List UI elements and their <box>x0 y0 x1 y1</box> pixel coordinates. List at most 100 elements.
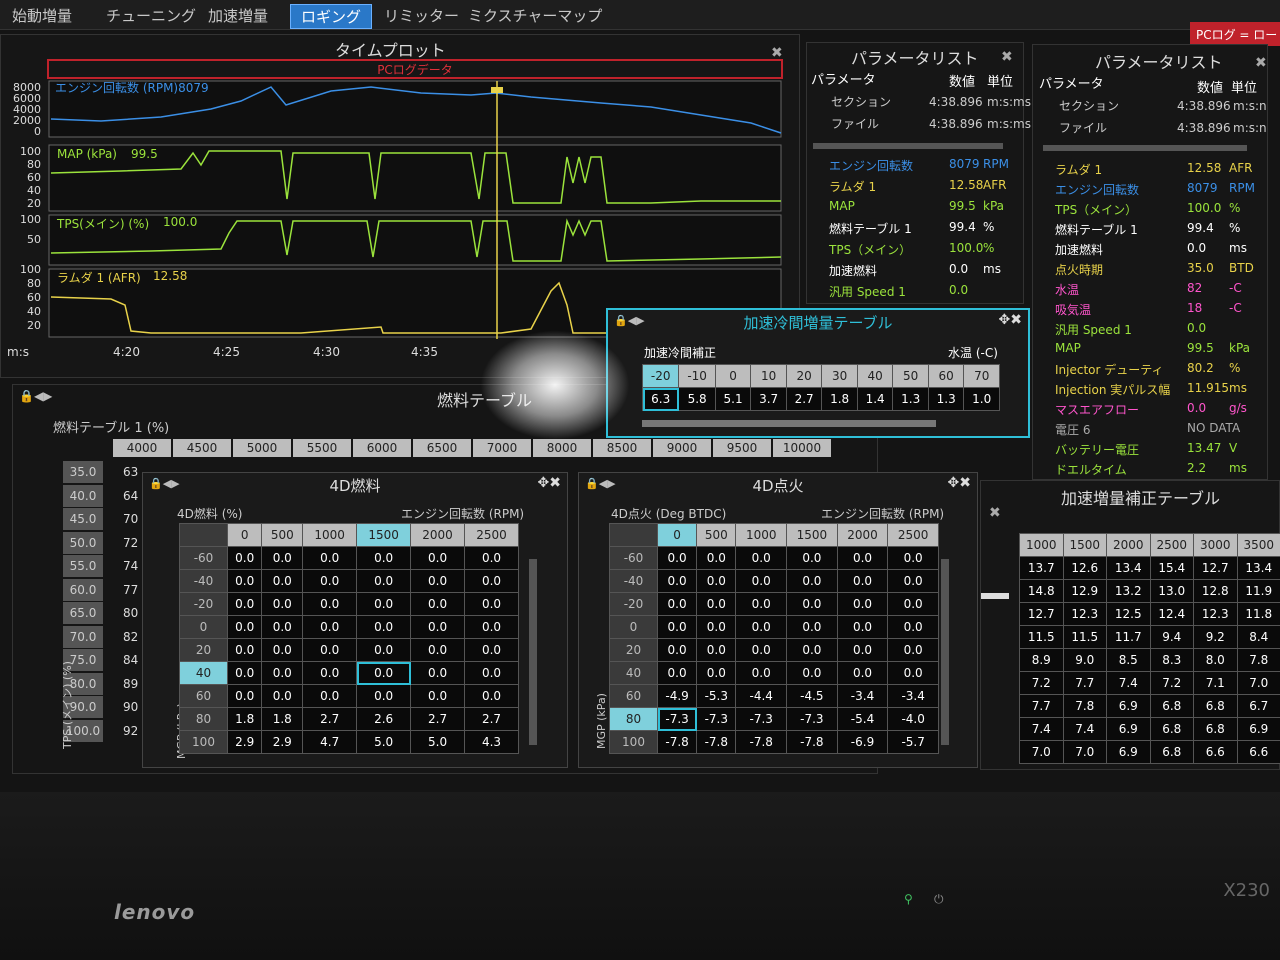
mgp-header[interactable]: 40 <box>609 661 658 685</box>
grid-cell[interactable]: -7.8 <box>735 730 788 754</box>
temp-header[interactable]: 0 <box>714 364 752 388</box>
grid-cell[interactable]: 1.3 <box>927 387 965 411</box>
grid-cell[interactable]: 0.0 <box>261 661 304 685</box>
grid-cell[interactable]: 7.7 <box>1019 694 1064 718</box>
fuel-cell[interactable]: 70 <box>123 508 138 530</box>
grid-cell[interactable]: 0.0 <box>887 546 939 570</box>
param-name[interactable]: TPS（メイン） <box>1055 201 1137 218</box>
grid-cell[interactable]: 0.0 <box>226 592 263 616</box>
grid-cell[interactable]: 0.0 <box>410 638 466 662</box>
temp-header[interactable]: -20 <box>641 364 680 388</box>
grid-cell[interactable]: 0.0 <box>356 615 412 639</box>
grid-cell[interactable]: 6.9 <box>1106 694 1151 718</box>
fuel-cell[interactable]: 82 <box>123 626 138 648</box>
mgp-header[interactable]: 100 <box>609 730 658 754</box>
grid-cell[interactable]: 0.0 <box>656 615 698 639</box>
grid-cell[interactable]: 0.0 <box>356 546 412 570</box>
grid-cell[interactable]: 0.0 <box>656 569 698 593</box>
close-icon[interactable]: ✖ <box>989 505 1001 521</box>
param-name[interactable]: 燃料テーブル 1 <box>829 220 912 237</box>
grid-cell[interactable]: 13.7 <box>1019 556 1064 580</box>
grid-cell[interactable]: 13.2 <box>1106 579 1151 603</box>
grid-cell[interactable]: 0.0 <box>696 569 737 593</box>
grid-cell[interactable]: 6.6 <box>1236 740 1280 764</box>
grid-cell[interactable]: 4.7 <box>302 730 358 754</box>
grid-cell[interactable]: 0.0 <box>464 661 519 685</box>
grid-cell[interactable]: 8.3 <box>1149 648 1194 672</box>
grid-cell[interactable]: 2.9 <box>226 730 263 754</box>
mgp-header[interactable]: -20 <box>179 592 228 616</box>
grid-cell[interactable]: 14.8 <box>1019 579 1064 603</box>
temp-header[interactable]: 30 <box>821 364 858 388</box>
grid-cell[interactable]: 0.0 <box>735 661 788 685</box>
fuel-cell[interactable]: 77 <box>123 579 138 601</box>
grid-cell[interactable]: 12.3 <box>1062 602 1107 626</box>
param-name[interactable]: Injector デューティ <box>1055 361 1164 378</box>
menu-logging[interactable]: ロギング <box>290 4 373 29</box>
grid-cell[interactable]: 0.0 <box>356 684 412 708</box>
grid-cell[interactable]: 0.0 <box>261 615 304 639</box>
grid-cell[interactable]: 0.0 <box>226 638 263 662</box>
cold-accel-grid[interactable]: -20 -10 0 10 20 30 40 50 60 70 6.3 5.8 5.1 3.7 2.7 1.8 1… <box>641 364 1000 411</box>
grid-cell[interactable]: 0.0 <box>464 569 519 593</box>
param-name[interactable]: 点火時期 <box>1055 261 1103 278</box>
grid-cell[interactable]: 7.1 <box>1193 671 1238 695</box>
rpm-header[interactable]: 2000 <box>1106 533 1151 557</box>
mgp-header[interactable]: 60 <box>609 684 658 708</box>
grid-cell[interactable]: 0.0 <box>836 546 889 570</box>
grid-cell[interactable]: 0.0 <box>696 592 737 616</box>
grid-cell[interactable]: -4.9 <box>656 684 698 708</box>
grid-cell[interactable]: -7.3 <box>786 707 838 731</box>
grid-cell[interactable]: 6.9 <box>1106 740 1151 764</box>
param-name[interactable]: エンジン回転数 <box>829 157 913 174</box>
param-name[interactable]: Injection 実パルス幅 <box>1055 381 1170 398</box>
rpm-header[interactable]: 3500 <box>1236 533 1280 557</box>
param-name[interactable]: 電圧 6 <box>1055 421 1090 438</box>
menu-mixture-map[interactable]: ミクスチャーマップ <box>458 4 612 27</box>
grid-cell[interactable]: 0.0 <box>464 546 519 570</box>
grid-cell[interactable]: -7.3 <box>735 707 788 731</box>
rpm-header[interactable]: 2000 <box>410 523 466 547</box>
grid-cell[interactable]: -7.3 <box>656 707 698 731</box>
grid-cell[interactable]: 7.8 <box>1062 694 1107 718</box>
grid-cell[interactable]: 0.0 <box>887 661 939 685</box>
rpm-header[interactable]: 1000 <box>1019 533 1064 557</box>
grid-cell[interactable]: 0.0 <box>464 638 519 662</box>
grid-cell[interactable]: 8.4 <box>1236 625 1280 649</box>
grid-cell[interactable]: -5.4 <box>836 707 889 731</box>
grid-cell[interactable]: 6.8 <box>1149 717 1194 741</box>
grid-cell[interactable]: 12.9 <box>1062 579 1107 603</box>
rpm-header[interactable]: 1000 <box>735 523 788 547</box>
grid-cell[interactable]: 0.0 <box>786 592 838 616</box>
rpm-header[interactable]: 1000 <box>302 523 358 547</box>
grid-cell[interactable]: 7.8 <box>1236 648 1280 672</box>
grid-cell[interactable]: 2.7 <box>464 707 519 731</box>
param-name[interactable]: MAP <box>1055 341 1081 355</box>
grid-cell[interactable]: 15.4 <box>1149 556 1194 580</box>
rpm-header[interactable]: 1500 <box>356 523 412 547</box>
temp-header[interactable]: 70 <box>963 364 1000 388</box>
grid-cell[interactable]: 12.7 <box>1193 556 1238 580</box>
close-icon[interactable]: ✥✖ <box>999 312 1022 328</box>
grid-cell[interactable]: 6.6 <box>1193 740 1238 764</box>
grid-cell[interactable]: 0.0 <box>261 546 304 570</box>
grid-cell[interactable]: 4.3 <box>464 730 519 754</box>
grid-cell[interactable]: 0.0 <box>656 638 698 662</box>
mgp-header[interactable]: 0 <box>179 615 228 639</box>
grid-cell[interactable]: -5.3 <box>696 684 737 708</box>
rpm-header[interactable]: 1500 <box>786 523 838 547</box>
grid-cell[interactable]: 13.0 <box>1149 579 1194 603</box>
grid-cell[interactable]: 0.0 <box>302 546 358 570</box>
grid-cell[interactable]: -3.4 <box>887 684 939 708</box>
mgp-header[interactable]: -40 <box>609 569 658 593</box>
grid-cell[interactable]: 0.0 <box>887 638 939 662</box>
grid-cell[interactable]: 0.0 <box>836 661 889 685</box>
fuel-cell[interactable]: 63 <box>123 461 138 483</box>
grid-cell[interactable]: 8.9 <box>1019 648 1064 672</box>
grid-cell[interactable]: -3.4 <box>836 684 889 708</box>
param-name[interactable]: MAP <box>829 199 855 213</box>
fuel-4d-grid[interactable]: 0 500 1000 1500 2000 2500 -60 0.0 0.0 0.0 0.0 0.0 0.… <box>179 523 519 754</box>
grid-cell[interactable]: 1.8 <box>821 387 858 411</box>
grid-cell[interactable]: 0.0 <box>261 684 304 708</box>
grid-cell[interactable]: 9.4 <box>1149 625 1194 649</box>
